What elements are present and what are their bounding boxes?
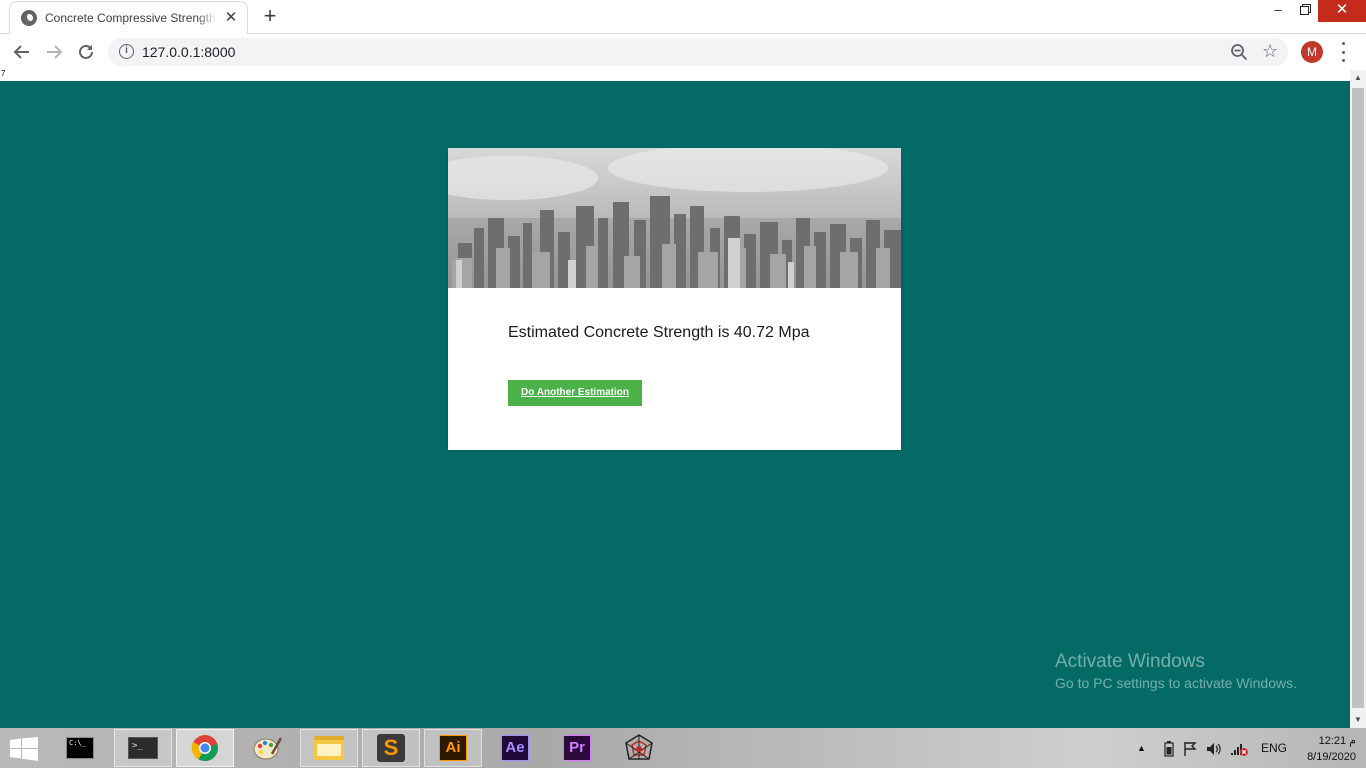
reload-icon [79,44,93,59]
premiere-pro-icon: Pr [563,735,591,761]
do-another-estimation-button[interactable]: Do Another Estimation [508,380,642,406]
result-card: Estimated Concrete Strength is 40.72 Mpa… [448,148,901,450]
taskbar-after-effects[interactable]: Ae [486,729,544,767]
globe-icon [21,10,37,26]
page-viewport: Estimated Concrete Strength is 40.72 Mpa… [0,81,1350,728]
clock-time: 12:21 م [1318,735,1356,747]
restore-button[interactable] [1289,0,1319,22]
taskbar-file-explorer[interactable] [300,729,358,767]
tab-strip: Concrete Compressive Strength Prediction… [0,0,1366,34]
paint-palette-icon [253,737,282,760]
spider-web-icon [625,734,653,760]
volume-icon[interactable] [1206,741,1222,757]
skyline-graphic [448,148,901,288]
back-button[interactable] [10,40,34,64]
tab-close-icon[interactable]: ✕ [223,10,239,26]
activate-windows-watermark: Activate Windows Go to PC settings to ac… [1055,651,1297,691]
command-prompt-icon: C:\_ [66,737,94,759]
terminal-icon: >_ [128,737,158,759]
scroll-thumb[interactable] [1352,88,1364,708]
page-scrollbar[interactable]: ▲ ▼ [1350,70,1366,728]
taskbar-premiere-pro[interactable]: Pr [548,729,606,767]
illustrator-icon: Ai [439,735,467,761]
arrow-right-icon [47,45,63,59]
city-skyline-image [448,148,901,288]
profile-avatar[interactable]: M [1301,41,1323,63]
taskbar-illustrator[interactable]: Ai [424,729,482,767]
scroll-up-icon[interactable]: ▲ [1350,70,1366,86]
taskbar-paint[interactable] [238,729,296,767]
scroll-down-icon[interactable]: ▼ [1350,712,1366,728]
after-effects-icon: Ae [501,735,529,761]
bookmark-star-icon[interactable]: ☆ [1262,40,1278,62]
windows-start-icon[interactable] [10,737,38,761]
network-disconnected-icon[interactable] [1230,741,1248,757]
sublime-text-icon: S [377,734,405,762]
restore-icon [1299,6,1309,15]
taskbar-sublime-text[interactable]: S [362,729,420,767]
battery-icon[interactable] [1164,741,1174,757]
zoom-out-icon[interactable] [1230,43,1248,61]
reload-button[interactable] [74,40,98,64]
browser-tab[interactable]: Concrete Compressive Strength Prediction… [9,1,248,34]
clock-date: 8/19/2020 [1307,751,1356,763]
tray-overflow-icon[interactable]: ▲ [1137,728,1146,768]
tab-title: Concrete Compressive Strength Prediction [45,11,217,25]
taskbar-terminal[interactable]: >_ [114,729,172,767]
watermark-heading: Activate Windows [1055,651,1205,672]
forward-button[interactable] [42,40,66,64]
arrow-left-icon [13,45,29,59]
windows-taskbar: C:\_ >_ S Ai Ae Pr ▲ ENG 12:21 م 8/19/20… [0,728,1366,768]
info-icon[interactable]: i [119,44,134,59]
taskbar-clock[interactable]: 12:21 م 8/19/2020 [1296,733,1356,765]
address-bar[interactable]: i 127.0.0.1:8000 ☆ [108,38,1288,66]
language-indicator[interactable]: ENG [1261,728,1287,768]
close-window-button[interactable]: ✕ [1318,0,1366,22]
taskbar-command-prompt[interactable]: C:\_ [51,729,109,767]
menu-dots-icon[interactable] [1340,42,1346,62]
page-top-strip [0,70,1350,81]
stray-text: 7 [1,69,6,78]
taskbar-chrome[interactable] [176,729,234,767]
url-text[interactable]: 127.0.0.1:8000 [142,44,235,60]
watermark-subtext: Go to PC settings to activate Windows. [1055,675,1297,691]
browser-toolbar: i 127.0.0.1:8000 ☆ M [0,34,1366,70]
new-tab-button[interactable]: + [259,5,281,28]
taskbar-spider-app[interactable] [610,729,668,767]
chrome-icon [191,735,218,762]
folder-icon [314,736,344,760]
action-center-flag-icon[interactable] [1183,741,1199,757]
estimation-result: Estimated Concrete Strength is 40.72 Mpa [508,324,810,341]
